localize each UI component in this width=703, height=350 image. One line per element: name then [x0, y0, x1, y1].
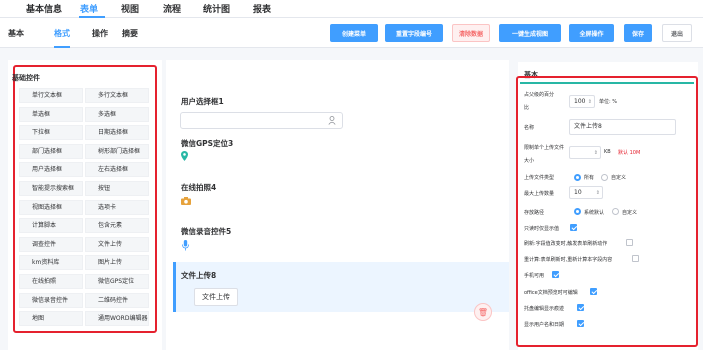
- subtab-format[interactable]: 格式: [54, 28, 70, 39]
- tab-view[interactable]: 视图: [121, 2, 139, 15]
- user-select-label: 用户选择框1: [181, 97, 224, 106]
- palette-item[interactable]: 在线拍照: [19, 274, 83, 289]
- palette-item[interactable]: 二维码控件: [85, 292, 149, 308]
- clear-data-button[interactable]: 清除数据: [452, 24, 490, 42]
- palette-item[interactable]: 单行文本框: [19, 88, 83, 103]
- maxsize-default: 默认 10M: [618, 150, 641, 156]
- mobile-label: 手机可用: [524, 273, 545, 279]
- form-designer: 基本信息 表单 视图 流程 统计图 报表 基本 格式 操作 摘要 创建菜单 重置…: [0, 0, 703, 350]
- pct-value: 100: [574, 98, 586, 105]
- reset-field-no-button[interactable]: 重置字段编号: [385, 24, 443, 42]
- palette-item[interactable]: 下拉框: [19, 125, 83, 141]
- online-label: 托盘编辑显示痕迹: [524, 306, 565, 312]
- palette-item[interactable]: 计算脚本: [19, 218, 83, 234]
- palette-item[interactable]: 日期选择框: [85, 125, 149, 141]
- maxsize-label-line2: 大小: [524, 158, 535, 164]
- record-label: 微信录音控件5: [181, 227, 232, 236]
- readonly-checkbox[interactable]: [570, 224, 577, 231]
- filetype-all-radio[interactable]: [574, 174, 581, 181]
- office-checkbox[interactable]: [590, 288, 597, 295]
- maxcount-label: 最大上传数量: [524, 191, 555, 197]
- refresh-label: 刷新:字段值改变时,触发表单刷新动作: [524, 241, 608, 247]
- file-upload-label: 文件上传8: [181, 271, 217, 280]
- maxsize-unit: KB: [604, 149, 611, 155]
- microphone-icon: [182, 240, 189, 251]
- location-pin-icon: [181, 151, 188, 161]
- pct-label-line1: 占父级的百分: [524, 92, 555, 98]
- tab-report[interactable]: 报表: [253, 2, 271, 15]
- palette-item[interactable]: 地图: [19, 311, 83, 327]
- palette-item[interactable]: 单选框: [19, 106, 83, 122]
- online-checkbox[interactable]: [577, 304, 584, 311]
- file-upload-button[interactable]: 文件上传: [194, 288, 238, 306]
- palette-item[interactable]: km资料库: [19, 255, 83, 271]
- generate-view-button[interactable]: 一键生成视图: [499, 24, 561, 42]
- user-select-input[interactable]: [180, 112, 343, 129]
- tab-flow[interactable]: 流程: [163, 2, 181, 15]
- storage-custom-radio[interactable]: [612, 208, 619, 215]
- tab-basic-info[interactable]: 基本信息: [26, 2, 62, 15]
- palette-item[interactable]: 微信GPS定位: [85, 274, 149, 289]
- filetype-label: 上传文件类型: [524, 175, 555, 181]
- maxsize-label-line1: 限制单个上传文件: [524, 145, 565, 151]
- filetype-custom-label: 自定义: [611, 175, 627, 181]
- recalc-label: 重计算:表单刷新时,重新计算本字段内容: [524, 257, 613, 263]
- palette-item[interactable]: 按钮: [85, 181, 149, 196]
- palette-item[interactable]: 调查控件: [19, 236, 83, 252]
- showuser-checkbox[interactable]: [577, 320, 584, 327]
- name-label: 名称: [524, 125, 535, 131]
- fullscreen-button[interactable]: 全屏操作: [569, 24, 614, 42]
- office-label: office文档预览时可编辑: [524, 290, 578, 296]
- readonly-label: 只读时仅显示值: [524, 226, 560, 232]
- palette-item[interactable]: 多行文本框: [85, 88, 149, 103]
- mobile-checkbox[interactable]: [552, 271, 559, 278]
- subtab-operation[interactable]: 操作: [92, 28, 108, 39]
- palette-item[interactable]: 部门选择框: [19, 143, 83, 159]
- storage-label: 存放路径: [524, 210, 545, 216]
- storage-default-radio[interactable]: [574, 208, 581, 215]
- user-icon: [328, 116, 336, 125]
- palette-item[interactable]: 多选框: [85, 106, 149, 122]
- palette-item[interactable]: 用户选择框: [19, 162, 83, 178]
- camera-icon: [181, 197, 191, 205]
- create-menu-button[interactable]: 创建菜单: [330, 24, 378, 42]
- unit-label: 单位: %: [599, 99, 618, 105]
- maxcount-value: 10: [574, 189, 582, 196]
- storage-default-label: 系统默认: [584, 210, 605, 216]
- save-button[interactable]: 保存: [624, 24, 652, 42]
- gps-label: 微信GPS定位3: [181, 139, 234, 148]
- palette-item[interactable]: 通用WORD编辑器: [85, 311, 149, 327]
- palette-title: 基础控件: [12, 74, 40, 82]
- palette-item[interactable]: 智能提示搜索框: [19, 181, 83, 196]
- top-tab-bar: 基本信息 表单 视图 流程 统计图 报表: [0, 0, 703, 18]
- tab-form[interactable]: 表单: [80, 2, 98, 15]
- recalc-checkbox[interactable]: [632, 255, 639, 262]
- maxsize-input[interactable]: ⇕: [569, 146, 601, 159]
- pct-label-line2: 比: [524, 105, 530, 111]
- filetype-custom-radio[interactable]: [601, 174, 608, 181]
- subtab-summary[interactable]: 摘要: [122, 28, 138, 39]
- palette-item[interactable]: 树形部门选择框: [85, 143, 149, 159]
- refresh-checkbox[interactable]: [626, 239, 633, 246]
- palette-item[interactable]: 图片上传: [85, 255, 149, 271]
- trash-icon[interactable]: 🗑: [474, 303, 492, 321]
- photo-label: 在线拍照4: [181, 183, 217, 192]
- maxcount-input[interactable]: 10 ⇕: [569, 186, 603, 199]
- palette-item[interactable]: 包含元素: [85, 218, 149, 234]
- palette-item[interactable]: 微信录音控件: [19, 292, 83, 308]
- palette-item[interactable]: 文件上传: [85, 236, 149, 252]
- storage-custom-label: 自定义: [622, 210, 638, 216]
- palette-item[interactable]: 选项卡: [85, 199, 149, 215]
- palette-item[interactable]: 左右选择框: [85, 162, 149, 178]
- subtab-basic[interactable]: 基本: [8, 28, 24, 39]
- filetype-all-label: 所有: [584, 175, 595, 181]
- tab-stat-chart[interactable]: 统计图: [203, 2, 230, 15]
- name-input[interactable]: 文件上传8: [569, 119, 676, 135]
- showuser-label: 显示用户名和日期: [524, 322, 565, 328]
- pct-input[interactable]: 100 ⇕: [569, 95, 595, 108]
- exit-button[interactable]: 退出: [662, 24, 692, 42]
- palette-item[interactable]: 视图选择框: [19, 199, 83, 215]
